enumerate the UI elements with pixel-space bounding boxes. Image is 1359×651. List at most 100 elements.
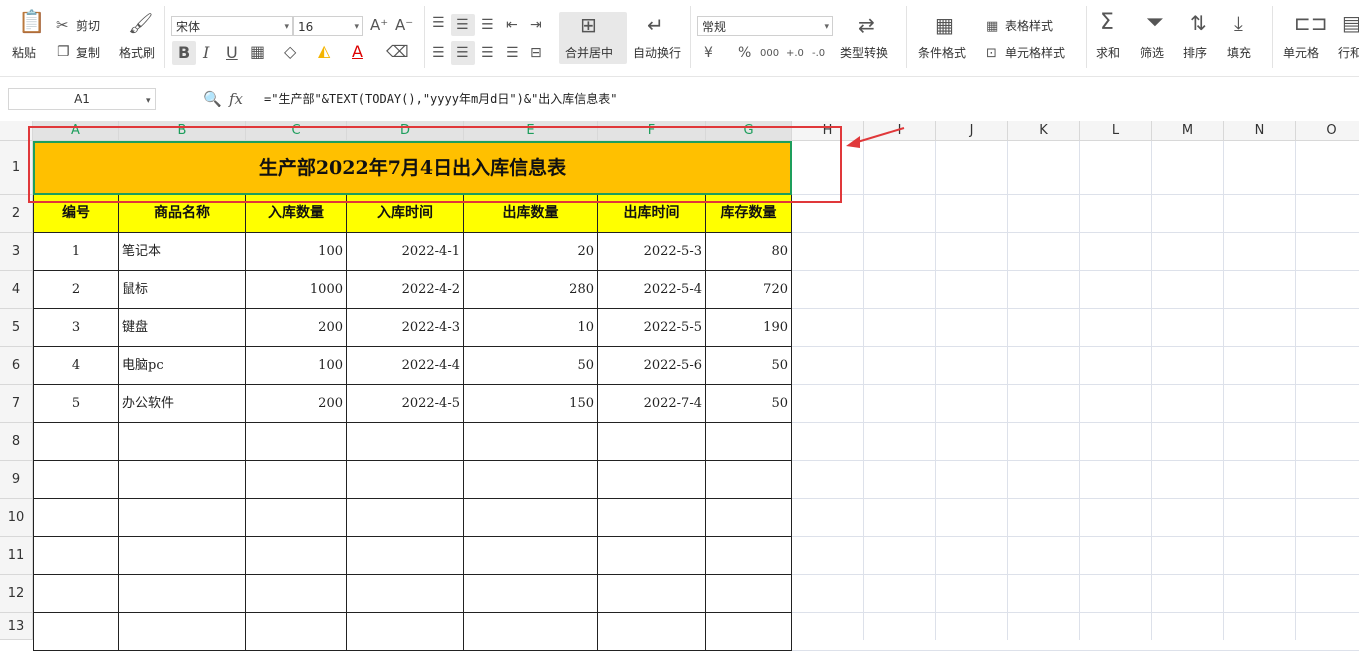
table-cell[interactable]: 4: [33, 347, 119, 385]
empty-cell[interactable]: [464, 537, 598, 575]
chevron-down-icon[interactable]: ▾: [146, 92, 151, 110]
table-cell[interactable]: 2022-4-5: [347, 385, 464, 423]
table-cell[interactable]: 190: [706, 309, 792, 347]
percent-icon[interactable]: %: [738, 44, 751, 62]
align-left-icon[interactable]: ☰: [432, 44, 445, 62]
cell-button[interactable]: 单元格: [1283, 46, 1319, 60]
zoom-icon[interactable]: 🔍: [203, 90, 222, 108]
italic-button[interactable]: I: [203, 44, 209, 62]
paste-icon[interactable]: 📋: [18, 12, 45, 34]
table-cell[interactable]: 2022-4-1: [347, 233, 464, 271]
filter-icon[interactable]: ⏷: [1146, 12, 1164, 34]
distribute-icon[interactable]: ⊟: [530, 44, 542, 62]
empty-cell[interactable]: [246, 613, 347, 651]
table-cell[interactable]: 280: [464, 271, 598, 309]
indent-decrease-icon[interactable]: ⇤: [506, 16, 518, 34]
font-color-icon[interactable]: A: [352, 43, 363, 61]
font-shrink-icon[interactable]: A⁻: [395, 16, 413, 34]
type-convert-button[interactable]: 类型转换: [840, 46, 888, 60]
table-cell[interactable]: 2022-4-2: [347, 271, 464, 309]
row-header-10[interactable]: 10: [0, 499, 33, 537]
empty-cell[interactable]: [347, 499, 464, 537]
table-cell[interactable]: 720: [706, 271, 792, 309]
empty-cell[interactable]: [706, 575, 792, 613]
empty-cell[interactable]: [706, 499, 792, 537]
empty-cell[interactable]: [119, 461, 246, 499]
empty-cell[interactable]: [33, 613, 119, 651]
table-cell[interactable]: 1000: [246, 271, 347, 309]
column-header-o[interactable]: O: [1296, 121, 1359, 141]
table-cell[interactable]: 电脑pc: [119, 347, 246, 385]
empty-cell[interactable]: [347, 537, 464, 575]
table-cell[interactable]: 50: [706, 347, 792, 385]
wrap-text-icon[interactable]: ↵: [647, 15, 664, 35]
empty-cell[interactable]: [246, 575, 347, 613]
sum-icon[interactable]: Σ: [1100, 12, 1114, 34]
empty-cell[interactable]: [119, 537, 246, 575]
empty-cell[interactable]: [347, 613, 464, 651]
table-cell[interactable]: 2022-4-3: [347, 309, 464, 347]
empty-cell[interactable]: [598, 499, 706, 537]
fill-color-icon[interactable]: ◭: [318, 42, 330, 60]
column-header-n[interactable]: N: [1224, 121, 1296, 141]
table-cell[interactable]: 200: [246, 309, 347, 347]
fx-icon[interactable]: fx: [229, 90, 243, 108]
table-cell[interactable]: 150: [464, 385, 598, 423]
empty-cell[interactable]: [33, 537, 119, 575]
number-format-select[interactable]: 常规 ▾: [697, 16, 833, 36]
column-header-m[interactable]: M: [1152, 121, 1224, 141]
empty-cell[interactable]: [464, 461, 598, 499]
table-cell[interactable]: 办公软件: [119, 385, 246, 423]
merge-center-button[interactable]: 合并居中: [565, 46, 613, 60]
align-right-icon[interactable]: ☰: [481, 44, 494, 62]
empty-cell[interactable]: [119, 613, 246, 651]
empty-cell[interactable]: [246, 423, 347, 461]
decimal-increase-icon[interactable]: +.0: [786, 45, 804, 63]
name-box[interactable]: A1: [8, 88, 156, 110]
font-name-select[interactable]: 宋体 ▾: [171, 16, 293, 36]
wrap-text-button[interactable]: 自动换行: [633, 46, 681, 60]
empty-cell[interactable]: [598, 461, 706, 499]
table-cell[interactable]: 2022-5-3: [598, 233, 706, 271]
cell-style-icon[interactable]: ◇: [284, 43, 296, 61]
column-header-l[interactable]: L: [1080, 121, 1152, 141]
conditional-format-icon[interactable]: ▦: [935, 15, 954, 35]
table-cell[interactable]: 100: [246, 347, 347, 385]
empty-cell[interactable]: [33, 499, 119, 537]
table-cell[interactable]: 键盘: [119, 309, 246, 347]
sort-button[interactable]: 排序: [1183, 46, 1207, 60]
row-header-5[interactable]: 5: [0, 309, 33, 347]
empty-cell[interactable]: [33, 575, 119, 613]
row-header-3[interactable]: 3: [0, 233, 33, 271]
row-header-8[interactable]: 8: [0, 423, 33, 461]
table-cell[interactable]: 1: [33, 233, 119, 271]
empty-cell[interactable]: [598, 537, 706, 575]
row-header-7[interactable]: 7: [0, 385, 33, 423]
row-header-4[interactable]: 4: [0, 271, 33, 309]
table-cell[interactable]: 2022-4-4: [347, 347, 464, 385]
empty-cell[interactable]: [464, 499, 598, 537]
underline-button[interactable]: U: [226, 44, 238, 62]
empty-cell[interactable]: [464, 575, 598, 613]
empty-cell[interactable]: [598, 423, 706, 461]
border-icon[interactable]: ▦: [250, 43, 265, 61]
empty-cell[interactable]: [598, 613, 706, 651]
table-cell[interactable]: 10: [464, 309, 598, 347]
column-header-k[interactable]: K: [1008, 121, 1080, 141]
fill-button[interactable]: 填充: [1227, 46, 1251, 60]
empty-cell[interactable]: [598, 575, 706, 613]
justify-icon[interactable]: ☰: [506, 44, 519, 62]
empty-cell[interactable]: [33, 461, 119, 499]
empty-cell[interactable]: [706, 537, 792, 575]
merge-center-icon[interactable]: ⊞: [580, 15, 597, 35]
table-cell[interactable]: 2022-7-4: [598, 385, 706, 423]
font-grow-icon[interactable]: A⁺: [370, 16, 388, 34]
font-size-select[interactable]: 16 ▾: [293, 16, 363, 36]
row-header-9[interactable]: 9: [0, 461, 33, 499]
copy-button[interactable]: 复制: [76, 46, 100, 60]
empty-cell[interactable]: [119, 423, 246, 461]
row-header-13[interactable]: 13: [0, 613, 33, 640]
table-cell[interactable]: 80: [706, 233, 792, 271]
table-cell[interactable]: 50: [706, 385, 792, 423]
decimal-decrease-icon[interactable]: -.0: [812, 45, 825, 63]
